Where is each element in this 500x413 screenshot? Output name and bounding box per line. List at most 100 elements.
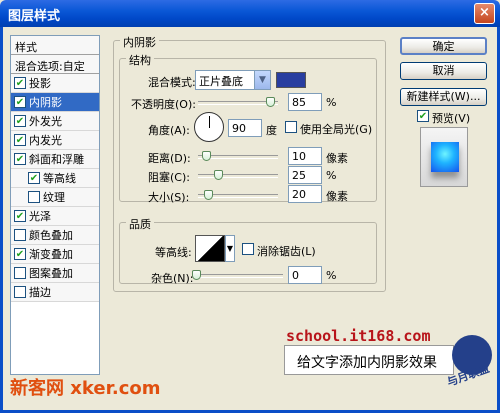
sidebar-item[interactable]: ✔ 斜面和浮雕	[11, 150, 99, 169]
angle-unit: 度	[266, 124, 277, 137]
sidebar-item-checkbox[interactable]	[14, 286, 26, 298]
sidebar-item-checkbox[interactable]: ✔	[28, 172, 40, 184]
sidebar-item-checkbox[interactable]	[28, 191, 40, 203]
bottom-watermark-cn: 新客网	[10, 378, 64, 399]
angle-input[interactable]: 90	[228, 119, 262, 137]
sidebar-item-label: 内发光	[29, 134, 62, 147]
ok-button[interactable]: 确定	[400, 37, 487, 55]
opacity-slider[interactable]	[198, 97, 278, 107]
title-bar: 图层样式 ×	[0, 0, 500, 27]
structure-title: 结构	[126, 52, 154, 68]
sidebar-item[interactable]: ✔ 内阴影	[11, 93, 99, 112]
choke-input[interactable]: 25	[288, 166, 322, 184]
styles-header[interactable]: 样式	[11, 36, 99, 55]
size-input[interactable]: 20	[288, 185, 322, 203]
sidebar-item-label: 斜面和浮雕	[29, 153, 84, 166]
blend-mode-label: 混合模式:	[148, 76, 196, 89]
antialias-label: 消除锯齿(L)	[257, 245, 316, 258]
choke-slider[interactable]	[198, 170, 278, 180]
close-button[interactable]: ×	[474, 3, 495, 24]
new-style-button[interactable]: 新建样式(W)...	[400, 88, 487, 106]
quality-title: 品质	[126, 216, 154, 232]
opacity-input[interactable]: 85	[288, 93, 322, 111]
preview-label: 预览(V)	[432, 112, 471, 125]
noise-slider-thumb[interactable]	[192, 270, 201, 280]
antialias-checkbox[interactable]	[242, 243, 254, 255]
sidebar-item-label: 纹理	[43, 191, 65, 204]
preview-swatch	[431, 142, 459, 172]
bottom-watermark: 新客网 xker.com	[10, 374, 161, 400]
size-slider[interactable]	[198, 190, 278, 200]
sidebar-item-checkbox[interactable]: ✔	[14, 248, 26, 260]
blend-mode-select[interactable]: 正片叠底 ▼	[195, 70, 271, 90]
size-unit: 像素	[326, 190, 348, 203]
preview-checkbox[interactable]: ✔	[417, 110, 429, 122]
choke-label: 阻塞(C):	[148, 171, 190, 184]
sidebar-item-label: 渐变叠加	[29, 248, 73, 261]
opacity-label: 不透明度(O):	[131, 98, 196, 111]
opacity-unit: %	[326, 96, 337, 109]
sidebar-item-checkbox[interactable]: ✔	[14, 96, 26, 108]
choke-slider-thumb[interactable]	[214, 170, 223, 180]
sidebar-item-label: 外发光	[29, 115, 62, 128]
chevron-down-icon[interactable]: ▼	[225, 235, 235, 262]
distance-slider[interactable]	[198, 151, 278, 161]
contour-label: 等高线:	[155, 246, 192, 259]
styles-list: 样式 混合选项:自定 ✔ 投影 ✔ 内阴影 ✔ 外发光 ✔ 内发光 ✔ 斜面和浮雕 ✔ 等高线 纹理 ✔ 光…	[10, 35, 100, 375]
sidebar-item-label: 投影	[29, 77, 51, 90]
sidebar-item[interactable]: ✔ 光泽	[11, 207, 99, 226]
logo: 与月联盟	[440, 305, 500, 389]
sidebar-item[interactable]: 颜色叠加	[11, 226, 99, 245]
angle-dial-hand	[209, 116, 210, 128]
sidebar-item-label: 描边	[29, 286, 51, 299]
sidebar-item[interactable]: 描边	[11, 283, 99, 302]
sidebar-item-label: 颜色叠加	[29, 229, 73, 242]
sidebar-item-checkbox[interactable]	[14, 229, 26, 241]
blend-mode-value: 正片叠底	[199, 75, 243, 88]
global-light-checkbox[interactable]	[285, 121, 297, 133]
angle-dial[interactable]	[194, 112, 224, 142]
contour-picker[interactable]	[195, 235, 225, 262]
sidebar-item[interactable]: ✔ 渐变叠加	[11, 245, 99, 264]
distance-slider-thumb[interactable]	[202, 151, 211, 161]
sidebar-item-checkbox[interactable]: ✔	[14, 153, 26, 165]
sidebar-item-checkbox[interactable]: ✔	[14, 210, 26, 222]
window-title: 图层样式	[8, 9, 61, 24]
sidebar-item[interactable]: ✔ 等高线	[11, 169, 99, 188]
opacity-slider-thumb[interactable]	[266, 97, 275, 107]
size-label: 大小(S):	[148, 191, 190, 204]
noise-input[interactable]: 0	[288, 266, 322, 284]
caption-callout: 给文字添加内阴影效果	[284, 345, 454, 375]
distance-label: 距离(D):	[148, 152, 191, 165]
angle-label: 角度(A):	[148, 124, 190, 137]
noise-slider[interactable]	[192, 270, 283, 280]
bottom-watermark-en: xker.com	[70, 378, 161, 399]
sidebar-item-checkbox[interactable]	[14, 267, 26, 279]
size-slider-thumb[interactable]	[204, 190, 213, 200]
noise-unit: %	[326, 269, 337, 282]
global-light-label: 使用全局光(G)	[300, 123, 373, 136]
sidebar-item-label: 图案叠加	[29, 267, 73, 280]
sidebar-item-label: 内阴影	[29, 96, 62, 109]
sidebar-item-label: 光泽	[29, 210, 51, 223]
sidebar-item[interactable]: ✔ 外发光	[11, 112, 99, 131]
inner-shadow-title: 内阴影	[120, 34, 159, 50]
sidebar-item[interactable]: 图案叠加	[11, 264, 99, 283]
sidebar-item-checkbox[interactable]: ✔	[14, 115, 26, 127]
sidebar-item[interactable]: ✔ 内发光	[11, 131, 99, 150]
distance-input[interactable]: 10	[288, 147, 322, 165]
chevron-down-icon: ▼	[254, 71, 270, 89]
noise-label: 杂色(N):	[151, 272, 194, 285]
choke-unit: %	[326, 169, 337, 182]
sidebar-item-checkbox[interactable]: ✔	[14, 77, 26, 89]
site-watermark: school.it168.com	[286, 327, 431, 345]
distance-unit: 像素	[326, 152, 348, 165]
sidebar-item-checkbox[interactable]: ✔	[14, 134, 26, 146]
cancel-button[interactable]: 取消	[400, 62, 487, 80]
sidebar-item[interactable]: ✔ 投影	[11, 74, 99, 93]
sidebar-item[interactable]: 纹理	[11, 188, 99, 207]
blending-options-item[interactable]: 混合选项:自定	[11, 55, 99, 74]
style-preview	[420, 127, 468, 187]
shadow-color-swatch[interactable]	[276, 72, 306, 88]
sidebar-item-label: 等高线	[43, 172, 76, 185]
